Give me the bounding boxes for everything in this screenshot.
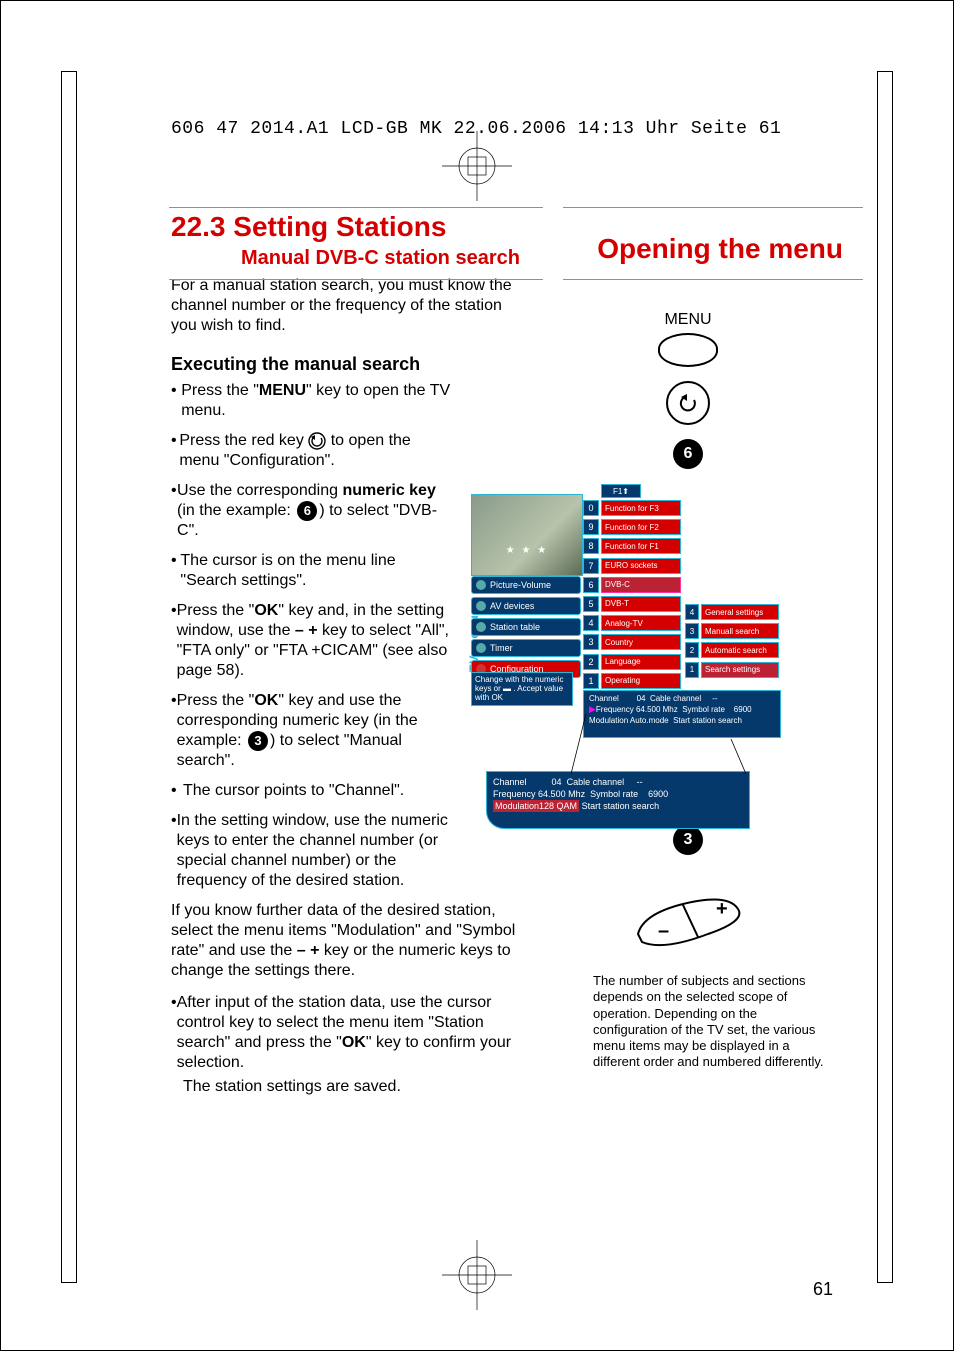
osd-help-box: Change with the numeric keys or ▬ . Acce… bbox=[471, 672, 573, 706]
osd-mid-item: Country bbox=[601, 634, 681, 650]
content-area: 22.3 Setting Stations Manual DVB-C stati… bbox=[171, 211, 863, 1260]
osd-num: 0 bbox=[583, 500, 599, 516]
page-number: 61 bbox=[813, 1279, 833, 1300]
rule-cyan bbox=[169, 279, 543, 280]
intro-paragraph: For a manual station search, you must kn… bbox=[171, 276, 531, 336]
text: The cursor points to "Channel". bbox=[183, 781, 404, 801]
osd-info-bar-zoom: Channel 04 Cable channel -- Frequency 64… bbox=[486, 771, 750, 829]
osd-stars: ★ ★ ★ bbox=[472, 545, 582, 556]
rocker-plus-minus-button: + – bbox=[628, 879, 748, 959]
crop-mark-right bbox=[877, 71, 893, 1283]
osd-right-item-selected: Search settings bbox=[701, 662, 779, 678]
text: Press the " bbox=[177, 602, 255, 619]
osd-mid-item: Function for F3 bbox=[601, 500, 681, 516]
osd-num: 1 bbox=[583, 673, 599, 689]
plus-minus-keys: – + bbox=[297, 942, 320, 959]
osd-mid-item: Language bbox=[601, 654, 681, 670]
osd-mid-item: Function for F2 bbox=[601, 519, 681, 535]
paragraph: If you know further data of the desired … bbox=[171, 901, 526, 981]
page: 606 47 2014.A1 LCD-GB MK 22.06.2006 14:1… bbox=[0, 0, 954, 1351]
section-subtitle: Manual DVB-C station search bbox=[171, 247, 520, 270]
crop-mark-left bbox=[61, 71, 77, 1283]
osd-number-col: 0 9 8 7 6 5 4 3 2 1 bbox=[583, 500, 599, 689]
numeric-key-6: 6 bbox=[673, 439, 703, 469]
osd-r-num: 4 bbox=[685, 604, 699, 620]
osd-mid-item: Analog-TV bbox=[601, 615, 681, 631]
key-name: OK bbox=[254, 692, 278, 709]
back-arrow-icon bbox=[677, 392, 699, 414]
osd-num: 7 bbox=[583, 558, 599, 574]
red-back-button bbox=[666, 381, 710, 425]
section-title: 22.3 Setting Stations bbox=[171, 211, 520, 243]
numeric-key-6-icon: 6 bbox=[297, 501, 317, 521]
osd-mid-item: Operating bbox=[601, 673, 681, 689]
paragraph: • After input of the station data, use t… bbox=[171, 993, 526, 1097]
osd-left-menu: Picture-Volume AV devices Station table … bbox=[471, 576, 581, 678]
svg-text:–: – bbox=[658, 920, 669, 942]
osd-r-num: 3 bbox=[685, 623, 699, 639]
osd-num: 5 bbox=[583, 596, 599, 612]
back-icon bbox=[308, 432, 326, 450]
svg-text:+: + bbox=[716, 898, 728, 920]
text: Use the corresponding bbox=[177, 482, 342, 499]
text: Press the red key bbox=[179, 432, 308, 449]
osd-left-item: AV devices bbox=[471, 597, 581, 615]
menu-button-label: MENU bbox=[664, 311, 711, 329]
text: Press the " bbox=[181, 382, 259, 399]
osd-r-num: 1 bbox=[685, 662, 699, 678]
plus-minus-keys: – + bbox=[295, 622, 318, 639]
text: In the setting window, use the numeric k… bbox=[177, 811, 451, 891]
text: Press the " bbox=[177, 692, 255, 709]
osd-num: 3 bbox=[583, 634, 599, 650]
key-name: OK bbox=[342, 1034, 366, 1051]
numeric-key-3: 3 bbox=[673, 825, 703, 855]
osd-left-item: Station table bbox=[471, 618, 581, 636]
osd-right-num-col: 4 3 2 1 bbox=[685, 604, 699, 678]
osd-right-item: General settings bbox=[701, 604, 779, 620]
osd-num: 8 bbox=[583, 538, 599, 554]
text: The cursor is on the menu line "Search s… bbox=[180, 551, 451, 591]
osd-left-item: Timer bbox=[471, 639, 581, 657]
osd-num: 2 bbox=[583, 654, 599, 670]
osd-num: 6 bbox=[583, 577, 599, 593]
osd-num: 4 bbox=[583, 615, 599, 631]
osd-f1-tab: F1⬆ bbox=[601, 484, 641, 498]
key-name: numeric key bbox=[342, 482, 435, 499]
rule-cyan bbox=[563, 207, 863, 208]
callout-line bbox=[571, 709, 751, 779]
key-name: MENU bbox=[259, 382, 306, 399]
rule-cyan bbox=[169, 207, 543, 208]
osd-mid-item: DVB-T bbox=[601, 596, 681, 612]
osd-num: 9 bbox=[583, 519, 599, 535]
registration-mark-top bbox=[442, 131, 512, 201]
numeric-key-3-icon: 3 bbox=[248, 731, 268, 751]
key-name: OK bbox=[254, 602, 278, 619]
osd-mid-item: Function for F1 bbox=[601, 538, 681, 554]
osd-right-item: Manuall search bbox=[701, 623, 779, 639]
text: The station settings are saved. bbox=[171, 1077, 526, 1097]
osd-right-item: Automatic search bbox=[701, 642, 779, 658]
osd-right-col: General settings Manuall search Automati… bbox=[701, 604, 779, 678]
menu-button bbox=[658, 333, 718, 367]
opening-menu-heading: Opening the menu bbox=[597, 233, 843, 265]
osd-r-num: 2 bbox=[685, 642, 699, 658]
osd-mid-col: Function for F3 Function for F2 Function… bbox=[601, 500, 681, 689]
text: (in the example: bbox=[177, 502, 295, 519]
osd-preview-thumb: ★ ★ ★ bbox=[471, 494, 583, 576]
instruction-list: • Press the "MENU" key to open the TV me… bbox=[171, 381, 451, 891]
osd-mid-item: EURO sockets bbox=[601, 558, 681, 574]
osd-mid-item-highlight: DVB-C bbox=[601, 577, 681, 593]
footnote: The number of subjects and sections depe… bbox=[593, 973, 833, 1071]
rule-cyan bbox=[563, 279, 863, 280]
osd-left-item: Picture-Volume bbox=[471, 576, 581, 594]
